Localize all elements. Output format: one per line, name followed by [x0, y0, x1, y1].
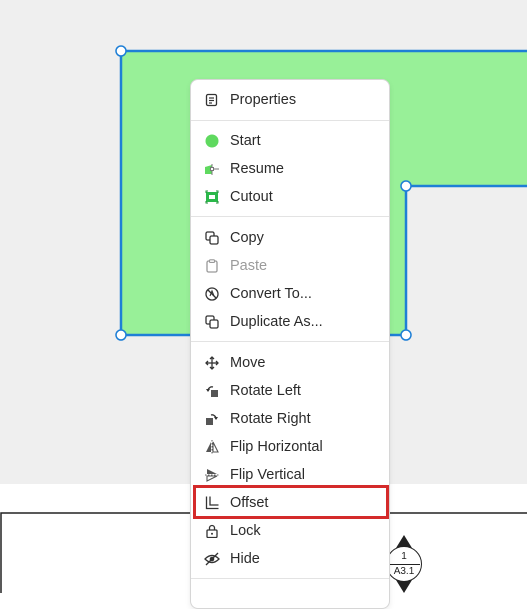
menu-item-convert[interactable]: Convert To... — [191, 280, 389, 308]
callout-divider — [388, 564, 420, 565]
menu-item-move[interactable]: Move — [191, 349, 389, 377]
vertex-handle[interactable] — [400, 180, 412, 192]
copy-icon — [204, 230, 220, 246]
context-menu: Properties Start Resume Cutout Copy Past… — [190, 79, 390, 609]
paste-icon — [204, 258, 220, 274]
menu-item-label: Resume — [230, 161, 284, 177]
duplicate-icon — [204, 314, 220, 330]
menu-item-label: Copy — [230, 230, 264, 246]
callout-sheet-ref: A3.1 — [393, 566, 415, 577]
menu-item-label: Duplicate As... — [230, 314, 323, 330]
menu-item-duplicate[interactable]: Duplicate As... — [191, 308, 389, 336]
menu-item-start[interactable]: Start — [191, 127, 389, 155]
menu-item-paste[interactable]: Paste — [191, 252, 389, 280]
menu-item-label: Lock — [230, 523, 261, 539]
menu-item-flip-horizontal[interactable]: Flip Horizontal — [191, 433, 389, 461]
menu-item-label: Rotate Right — [230, 411, 311, 427]
menu-separator — [191, 578, 389, 579]
flip-vertical-icon — [204, 467, 220, 483]
menu-item-label: Flip Vertical — [230, 467, 305, 483]
vertex-handle[interactable] — [115, 329, 127, 341]
menu-item-label: Properties — [230, 92, 297, 108]
rotate-left-icon — [204, 383, 220, 399]
cutout-icon — [204, 189, 220, 205]
menu-item-rotate-right[interactable]: Rotate Right — [191, 405, 389, 433]
callout-number: 1 — [401, 551, 407, 562]
menu-item-label: Offset — [230, 495, 269, 511]
rotate-right-icon — [204, 411, 220, 427]
resume-icon — [204, 161, 220, 177]
menu-item-label: Move — [230, 355, 266, 371]
menu-item-label: Convert To... — [230, 286, 312, 302]
menu-separator — [191, 341, 389, 342]
menu-item-copy[interactable]: Copy — [191, 224, 389, 252]
lock-icon — [204, 523, 220, 539]
vertex-handle[interactable] — [115, 45, 127, 57]
menu-separator — [191, 120, 389, 121]
menu-item-label: Hide — [230, 551, 260, 567]
menu-item-label: Rotate Left — [230, 383, 301, 399]
menu-item-label: Start — [230, 133, 261, 149]
menu-item-rotate-left[interactable]: Rotate Left — [191, 377, 389, 405]
flip-horizontal-icon — [204, 439, 220, 455]
menu-item-offset[interactable]: Offset — [191, 489, 389, 517]
offset-icon — [204, 495, 220, 511]
section-callout[interactable]: 1 A3.1 — [386, 546, 422, 582]
move-icon — [204, 355, 220, 371]
convert-icon — [204, 286, 220, 302]
menu-item-label: Paste — [230, 258, 268, 274]
menu-item-flip-vertical[interactable]: Flip Vertical — [191, 461, 389, 489]
menu-item-properties[interactable]: Properties — [191, 86, 389, 114]
menu-separator — [191, 216, 389, 217]
menu-item-resume[interactable]: Resume — [191, 155, 389, 183]
hide-icon — [204, 551, 220, 567]
properties-icon — [204, 92, 220, 108]
vertex-handle[interactable] — [400, 329, 412, 341]
start-icon — [204, 133, 220, 149]
menu-item-lock[interactable]: Lock — [191, 517, 389, 545]
menu-item-label: Flip Horizontal — [230, 439, 323, 455]
menu-item-cutout[interactable]: Cutout — [191, 183, 389, 211]
menu-item-label: Cutout — [230, 189, 273, 205]
menu-item-hide[interactable]: Hide — [191, 545, 389, 573]
